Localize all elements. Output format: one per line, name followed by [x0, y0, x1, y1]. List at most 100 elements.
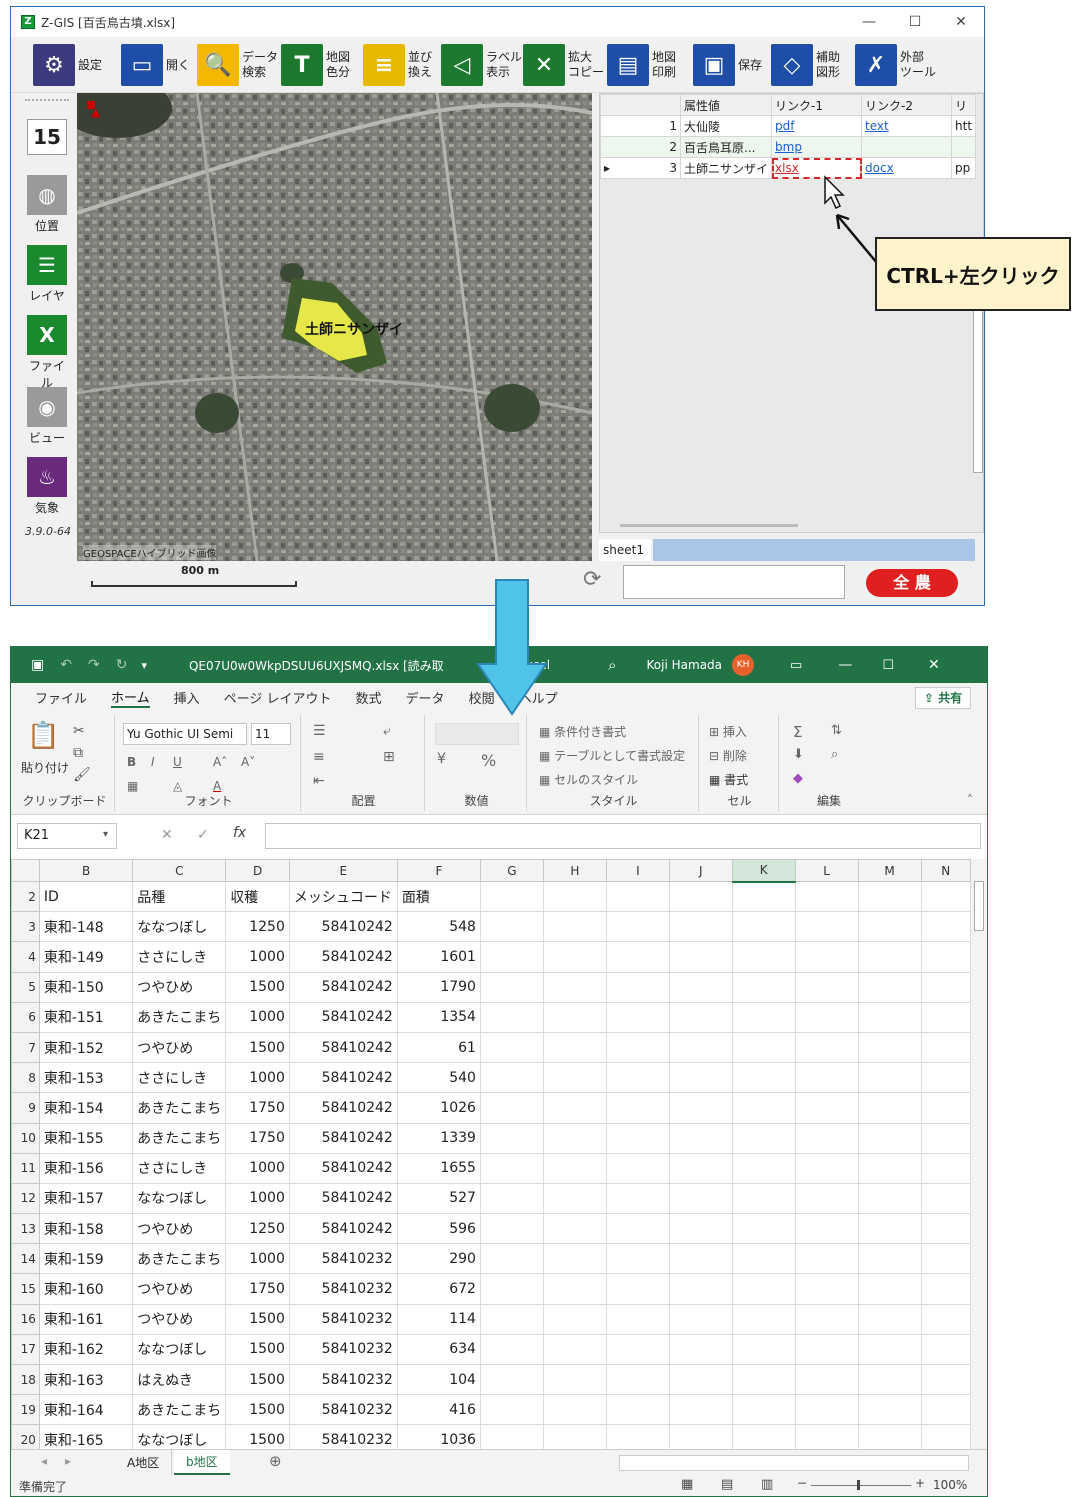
maximize-button[interactable]: ☐	[892, 7, 938, 37]
area-cell[interactable]: 527	[396, 1182, 481, 1215]
empty-cell[interactable]	[605, 941, 670, 973]
empty-cell[interactable]	[668, 1273, 733, 1305]
id-cell[interactable]: 東和-155	[38, 1122, 134, 1154]
empty-cell[interactable]	[731, 1213, 796, 1245]
area-cell[interactable]: 634	[396, 1333, 481, 1366]
attr-cell[interactable]: 大仙陵	[679, 115, 773, 137]
column-header[interactable]: H	[542, 859, 607, 882]
cut-icon[interactable]: ✂	[73, 723, 85, 739]
page-layout-icon[interactable]: ▤	[721, 1477, 733, 1492]
area-cell[interactable]: 1339	[396, 1122, 481, 1154]
empty-cell[interactable]	[857, 941, 922, 973]
font-size-select[interactable]: 11	[251, 723, 291, 745]
mesh-code-cell[interactable]: 58410232	[288, 1363, 398, 1396]
empty-cell[interactable]	[542, 1363, 607, 1396]
empty-cell[interactable]	[794, 1031, 859, 1064]
empty-cell[interactable]	[857, 1303, 922, 1335]
empty-cell[interactable]	[479, 1363, 544, 1396]
underline-icon[interactable]: U	[173, 755, 182, 769]
sheet-tab-a[interactable]: A地区	[115, 1450, 173, 1476]
yield-cell[interactable]: 1500	[225, 1363, 290, 1396]
empty-cell[interactable]	[605, 1152, 670, 1184]
toolbar-sort-button[interactable]: ≡ 並び 換え	[363, 43, 432, 87]
empty-cell[interactable]	[920, 1001, 971, 1033]
col-header-link1[interactable]: リンク-1	[771, 94, 863, 116]
empty-cell[interactable]	[731, 1424, 796, 1449]
zoom-out-icon[interactable]: −	[797, 1476, 807, 1490]
empty-cell[interactable]	[605, 1182, 670, 1215]
empty-cell[interactable]	[920, 1273, 971, 1305]
area-cell[interactable]: 1790	[396, 971, 481, 1003]
toolbar-print-button[interactable]: ▤ 地図 印刷	[607, 43, 676, 87]
empty-cell[interactable]	[857, 1333, 922, 1366]
empty-cell[interactable]	[920, 1031, 971, 1064]
empty-cell[interactable]	[794, 1182, 859, 1215]
empty-cell[interactable]	[605, 1092, 670, 1124]
maximize-button[interactable]: ☐	[882, 658, 894, 673]
currency-icon[interactable]: ¥	[437, 751, 446, 767]
border-icon[interactable]: ▦	[127, 779, 138, 793]
mesh-code-cell[interactable]: 58410242	[288, 1062, 398, 1094]
map-view[interactable]: ▲ 土師ニサンザイ GEOSPACEハイブリッド画像	[77, 93, 592, 561]
empty-cell[interactable]	[668, 1303, 733, 1335]
italic-icon[interactable]: I	[151, 755, 155, 769]
close-button[interactable]: ✕	[938, 7, 984, 37]
yield-cell[interactable]: 1250	[225, 1213, 290, 1245]
yield-cell[interactable]: 1000	[225, 941, 290, 973]
empty-cell[interactable]	[479, 880, 544, 913]
column-header[interactable]: C	[132, 859, 227, 882]
empty-cell[interactable]	[542, 941, 607, 973]
empty-cell[interactable]	[668, 1031, 733, 1064]
mesh-code-cell[interactable]: 58410242	[288, 1182, 398, 1215]
mesh-code-cell[interactable]: 58410242	[288, 1213, 398, 1245]
variety-cell[interactable]: ななつぼし	[132, 1333, 227, 1366]
row-header[interactable]: 17	[11, 1333, 40, 1366]
function-icon[interactable]: fx	[233, 825, 246, 841]
empty-cell[interactable]	[668, 1363, 733, 1396]
mesh-code-cell[interactable]: 58410242	[288, 911, 398, 943]
toolbar-gear-button[interactable]: ⚙ 設定	[33, 43, 102, 87]
font-name-select[interactable]: Yu Gothic UI Semi	[123, 723, 247, 745]
link-cell[interactable]: htt	[951, 115, 977, 137]
id-cell[interactable]: 東和-153	[38, 1062, 134, 1094]
variety-cell[interactable]: つやひめ	[132, 971, 227, 1003]
empty-cell[interactable]	[605, 971, 670, 1003]
mesh-code-cell[interactable]: 58410242	[288, 1152, 398, 1184]
tab-5[interactable]: データ	[406, 688, 445, 707]
name-box[interactable]: K21	[17, 823, 117, 849]
empty-cell[interactable]	[542, 1122, 607, 1154]
row-header[interactable]: 8	[11, 1062, 40, 1094]
id-cell[interactable]: 東和-160	[38, 1273, 134, 1305]
formula-input[interactable]	[265, 823, 981, 849]
variety-cell[interactable]: ななつぼし	[132, 1424, 227, 1449]
empty-cell[interactable]	[479, 1031, 544, 1064]
empty-cell[interactable]	[542, 971, 607, 1003]
empty-cell[interactable]	[857, 1062, 922, 1094]
empty-cell[interactable]	[857, 911, 922, 943]
toolbar-folder-open-button[interactable]: ▭ 開く	[121, 43, 190, 87]
header-cell[interactable]: メッシュコード	[288, 880, 398, 913]
column-header[interactable]: L	[794, 859, 859, 882]
area-cell[interactable]: 1655	[396, 1152, 481, 1184]
empty-cell[interactable]	[479, 1062, 544, 1094]
column-header[interactable]: E	[288, 859, 398, 882]
toolbar-save-button[interactable]: ▣ 保存	[693, 43, 762, 87]
empty-cell[interactable]	[920, 880, 971, 913]
paste-label[interactable]: 貼り付け	[21, 759, 69, 776]
insert-cells-button[interactable]: ⊞ 挿入	[709, 723, 747, 740]
minimize-button[interactable]: —	[838, 657, 852, 673]
empty-cell[interactable]	[794, 1243, 859, 1275]
empty-cell[interactable]	[668, 1333, 733, 1366]
empty-cell[interactable]	[668, 1122, 733, 1154]
column-header[interactable]: J	[668, 859, 733, 882]
empty-cell[interactable]	[794, 1122, 859, 1154]
empty-cell[interactable]	[668, 971, 733, 1003]
variety-cell[interactable]: あきたこまち	[132, 1001, 227, 1033]
mesh-code-cell[interactable]: 58410232	[288, 1424, 398, 1449]
column-header[interactable]: D	[225, 859, 290, 882]
align-top-icon[interactable]: ☰	[313, 723, 326, 739]
empty-cell[interactable]	[857, 880, 922, 913]
empty-cell[interactable]	[542, 880, 607, 913]
empty-cell[interactable]	[731, 1152, 796, 1184]
empty-cell[interactable]	[920, 941, 971, 973]
